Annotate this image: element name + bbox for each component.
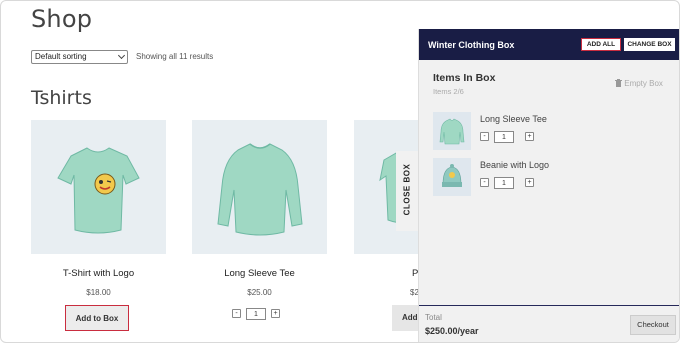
add-all-button[interactable]: ADD ALL — [581, 38, 621, 51]
empty-box-label: Empty Box — [624, 79, 663, 88]
chevron-down-icon — [117, 51, 126, 60]
quantity-input[interactable]: 1 — [246, 308, 266, 320]
box-panel-header: Winter Clothing Box ADD ALL CHANGE BOX — [419, 29, 679, 60]
checkout-button[interactable]: Checkout — [630, 315, 676, 335]
box-panel-footer: Total $250.00/year Checkout — [419, 305, 679, 342]
items-count: Items 2/6 — [433, 87, 464, 96]
quantity-input[interactable]: 1 — [494, 177, 514, 189]
box-item-quantity-stepper: - 1 + — [480, 131, 536, 143]
box-item-name: Beanie with Logo — [480, 160, 550, 170]
increment-button[interactable]: + — [525, 132, 534, 141]
box-item: Beanie with Logo - 1 + — [433, 158, 663, 196]
add-to-box-button[interactable]: Add to Box — [65, 305, 129, 331]
beanie-thumb — [442, 164, 462, 187]
tshirt-image — [57, 147, 140, 234]
box-item: Long Sleeve Tee - 1 + — [433, 112, 663, 150]
close-box-tab[interactable]: CLOSE BOX — [396, 151, 418, 231]
items-in-box-title: Items In Box — [433, 72, 496, 84]
box-panel: Winter Clothing Box ADD ALL CHANGE BOX I… — [418, 29, 679, 342]
total-label: Total — [425, 313, 442, 322]
product-price: $18.00 — [86, 288, 111, 297]
trash-icon — [615, 79, 622, 87]
product-card-long-sleeve-tee: Long Sleeve Tee $25.00 - 1 + — [192, 120, 327, 320]
results-count: Showing all 11 results — [136, 52, 214, 61]
long-sleeve-tee-thumb — [439, 118, 465, 145]
page-title: Shop — [31, 5, 93, 33]
sort-selected-value: Default sorting — [35, 52, 87, 61]
box-item-image — [433, 112, 471, 150]
box-item-name: Long Sleeve Tee — [480, 114, 547, 124]
total-value: $250.00/year — [425, 326, 479, 336]
increment-button[interactable]: + — [525, 178, 534, 187]
long-sleeve-tee-image — [217, 143, 303, 236]
empty-box-button[interactable]: Empty Box — [615, 79, 663, 88]
product-price: $25.00 — [247, 288, 272, 297]
product-image[interactable] — [192, 120, 327, 254]
category-title: Tshirts — [31, 87, 92, 109]
box-title: Winter Clothing Box — [428, 40, 515, 50]
change-box-button[interactable]: CHANGE BOX — [624, 38, 675, 51]
sort-select[interactable]: Default sorting — [31, 50, 128, 64]
close-box-label: CLOSE BOX — [402, 163, 412, 216]
product-image[interactable] — [31, 120, 166, 254]
product-name[interactable]: T-Shirt with Logo — [31, 268, 166, 279]
box-item-quantity-stepper: - 1 + — [480, 177, 536, 189]
product-name[interactable]: Long Sleeve Tee — [192, 268, 327, 279]
shop-page: Shop Default sorting Showing all 11 resu… — [0, 0, 680, 343]
quantity-stepper: - 1 + — [232, 308, 288, 320]
decrement-button[interactable]: - — [480, 132, 489, 141]
product-card-tshirt-logo: T-Shirt with Logo $18.00 Add to Box — [31, 120, 166, 331]
increment-button[interactable]: + — [271, 309, 280, 318]
box-item-image — [433, 158, 471, 196]
decrement-button[interactable]: - — [480, 178, 489, 187]
quantity-input[interactable]: 1 — [494, 131, 514, 143]
decrement-button[interactable]: - — [232, 309, 241, 318]
